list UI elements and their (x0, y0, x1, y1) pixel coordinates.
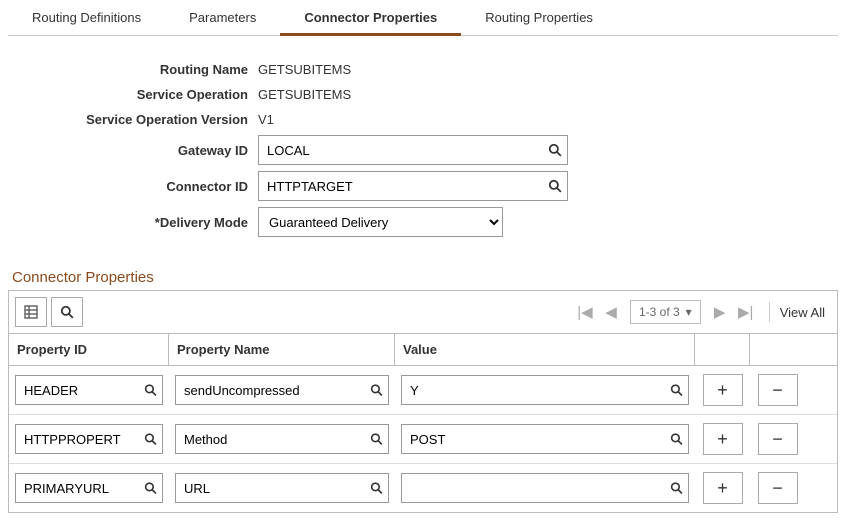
tab-connector-properties[interactable]: Connector Properties (280, 0, 461, 35)
search-icon[interactable] (370, 482, 383, 495)
grid-find-button[interactable] (51, 297, 83, 327)
search-icon[interactable] (670, 482, 683, 495)
table-row: + − (9, 464, 837, 512)
property-name-input[interactable] (175, 424, 389, 454)
grid-toolbar: |◀ ◀ 1-3 of 3 ▾ ▶ ▶| View All (9, 291, 837, 334)
col-header-property-name[interactable]: Property Name (169, 334, 395, 365)
delivery-mode-label: *Delivery Mode (8, 215, 258, 230)
property-id-input[interactable] (15, 424, 163, 454)
first-page-icon[interactable]: |◀ (572, 298, 598, 326)
delete-row-button[interactable]: − (758, 423, 798, 455)
tab-routing-properties[interactable]: Routing Properties (461, 0, 617, 35)
connector-id-label: Connector ID (8, 179, 258, 194)
last-page-icon[interactable]: ▶| (733, 298, 759, 326)
property-id-input[interactable] (15, 473, 163, 503)
grid-settings-button[interactable] (15, 297, 47, 327)
delete-row-button[interactable]: − (758, 472, 798, 504)
add-row-button[interactable]: + (703, 423, 743, 455)
add-row-button[interactable]: + (703, 472, 743, 504)
tab-bar: Routing Definitions Parameters Connector… (8, 0, 838, 36)
property-name-input[interactable] (175, 375, 389, 405)
tab-parameters[interactable]: Parameters (165, 0, 280, 35)
gateway-id-label: Gateway ID (8, 143, 258, 158)
search-icon[interactable] (670, 384, 683, 397)
value-input[interactable] (401, 424, 689, 454)
service-operation-label: Service Operation (8, 87, 258, 102)
search-icon[interactable] (144, 482, 157, 495)
table-row: + − (9, 366, 837, 415)
search-icon[interactable] (370, 384, 383, 397)
add-row-button[interactable]: + (703, 374, 743, 406)
connector-properties-grid: |◀ ◀ 1-3 of 3 ▾ ▶ ▶| View All Property I… (8, 290, 838, 513)
section-title: Connector Properties (8, 263, 838, 290)
row-range-dropdown[interactable]: 1-3 of 3 ▾ (630, 300, 701, 324)
routing-name-label: Routing Name (8, 62, 258, 77)
service-version-label: Service Operation Version (8, 112, 258, 127)
search-icon[interactable] (670, 433, 683, 446)
tab-routing-definitions[interactable]: Routing Definitions (8, 0, 165, 35)
service-operation-value: GETSUBITEMS (258, 85, 351, 104)
delete-row-button[interactable]: − (758, 374, 798, 406)
service-version-value: V1 (258, 110, 274, 129)
col-header-value[interactable]: Value (395, 334, 695, 365)
col-header-property-id[interactable]: Property ID (9, 334, 169, 365)
property-id-input[interactable] (15, 375, 163, 405)
view-all-link[interactable]: View All (780, 305, 825, 320)
chevron-down-icon: ▾ (686, 305, 692, 319)
prev-page-icon[interactable]: ◀ (598, 298, 624, 326)
search-icon[interactable] (144, 433, 157, 446)
search-icon[interactable] (548, 143, 562, 157)
col-header-add (695, 334, 750, 365)
search-icon[interactable] (370, 433, 383, 446)
form-area: Routing Name GETSUBITEMS Service Operati… (8, 60, 838, 263)
gateway-id-input[interactable] (258, 135, 568, 165)
value-input[interactable] (401, 375, 689, 405)
routing-name-value: GETSUBITEMS (258, 60, 351, 79)
next-page-icon[interactable]: ▶ (707, 298, 733, 326)
value-input[interactable] (401, 473, 689, 503)
col-header-delete (750, 334, 805, 365)
connector-id-input[interactable] (258, 171, 568, 201)
separator (769, 302, 770, 322)
delivery-mode-select[interactable]: Guaranteed Delivery (258, 207, 503, 237)
property-name-input[interactable] (175, 473, 389, 503)
table-row: + − (9, 415, 837, 464)
search-icon[interactable] (144, 384, 157, 397)
grid-header: Property ID Property Name Value (9, 334, 837, 366)
search-icon[interactable] (548, 179, 562, 193)
